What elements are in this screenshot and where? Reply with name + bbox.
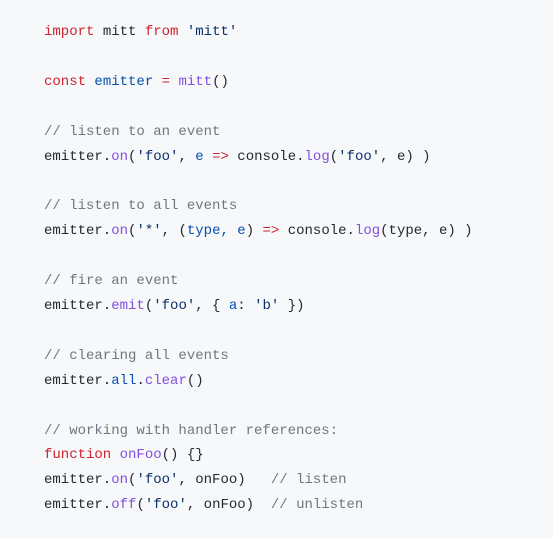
text: emitter.	[44, 497, 111, 513]
comment: // unlisten	[271, 497, 363, 513]
code-block: import mitt from 'mitt' const emitter = …	[0, 0, 553, 538]
method: on	[111, 149, 128, 165]
text: ()	[187, 373, 204, 389]
text: console.	[229, 149, 305, 165]
code-line: function onFoo() {}	[44, 443, 509, 468]
param: e	[195, 149, 203, 165]
code-line: // listen to all events	[44, 194, 509, 219]
comment: // listen to all events	[44, 198, 237, 214]
comment: // fire an event	[44, 273, 178, 289]
text: emitter.	[44, 298, 111, 314]
text: , (	[162, 223, 187, 239]
params: type, e	[187, 223, 246, 239]
text: :	[237, 298, 254, 314]
string: 'foo'	[338, 149, 380, 165]
text: )	[246, 223, 263, 239]
text: })	[279, 298, 304, 314]
code-line: // clearing all events	[44, 344, 509, 369]
property: all	[111, 373, 136, 389]
identifier: emitter	[94, 74, 153, 90]
method: on	[111, 223, 128, 239]
blank-line	[44, 169, 509, 194]
text: , {	[195, 298, 229, 314]
operator: =	[162, 74, 170, 90]
text: () {}	[162, 447, 204, 463]
string: 'foo'	[136, 472, 178, 488]
code-line: emitter.on('*', (type, e) => console.log…	[44, 219, 509, 244]
text: emitter.	[44, 373, 111, 389]
code-line: emitter.off('foo', onFoo) // unlisten	[44, 493, 509, 518]
arrow: =>	[263, 223, 280, 239]
arrow: =>	[212, 149, 229, 165]
blank-line	[44, 45, 509, 70]
function-call: mitt	[178, 74, 212, 90]
property: a	[229, 298, 237, 314]
keyword: import	[44, 24, 94, 40]
keyword: function	[44, 447, 111, 463]
code-line: import mitt from 'mitt'	[44, 20, 509, 45]
keyword: const	[44, 74, 86, 90]
code-line: // listen to an event	[44, 120, 509, 145]
comment: // listen to an event	[44, 124, 220, 140]
function-name: onFoo	[120, 447, 162, 463]
text: (	[330, 149, 338, 165]
string: 'mitt'	[187, 24, 237, 40]
code-line: // fire an event	[44, 269, 509, 294]
identifier: mitt	[94, 24, 144, 40]
method: off	[111, 497, 136, 513]
method: log	[305, 149, 330, 165]
string: 'foo'	[145, 497, 187, 513]
text: , onFoo)	[178, 472, 270, 488]
space	[204, 149, 212, 165]
space	[178, 24, 186, 40]
code-line: emitter.on('foo', onFoo) // listen	[44, 468, 509, 493]
string: 'foo'	[153, 298, 195, 314]
method: on	[111, 472, 128, 488]
comment: // clearing all events	[44, 348, 229, 364]
text: ,	[178, 149, 195, 165]
text: , onFoo)	[187, 497, 271, 513]
text: (type, e) )	[380, 223, 472, 239]
parens: ()	[212, 74, 229, 90]
text: (	[136, 497, 144, 513]
blank-line	[44, 394, 509, 419]
code-line: const emitter = mitt()	[44, 70, 509, 95]
code-line: emitter.on('foo', e => console.log('foo'…	[44, 145, 509, 170]
comment: // listen	[271, 472, 347, 488]
space	[153, 74, 161, 90]
text: emitter.	[44, 149, 111, 165]
code-line: emitter.all.clear()	[44, 369, 509, 394]
blank-line	[44, 95, 509, 120]
text: console.	[279, 223, 355, 239]
method: log	[355, 223, 380, 239]
text: .	[136, 373, 144, 389]
keyword: from	[145, 24, 179, 40]
space	[111, 447, 119, 463]
method: emit	[111, 298, 145, 314]
comment: // working with handler references:	[44, 423, 338, 439]
text: (	[145, 298, 153, 314]
text: , e) )	[380, 149, 430, 165]
text: emitter.	[44, 472, 111, 488]
string: '*'	[136, 223, 161, 239]
blank-line	[44, 244, 509, 269]
blank-line	[44, 319, 509, 344]
string: 'foo'	[136, 149, 178, 165]
code-line: emitter.emit('foo', { a: 'b' })	[44, 294, 509, 319]
method: clear	[145, 373, 187, 389]
text: emitter.	[44, 223, 111, 239]
code-line: // working with handler references:	[44, 419, 509, 444]
string: 'b'	[254, 298, 279, 314]
